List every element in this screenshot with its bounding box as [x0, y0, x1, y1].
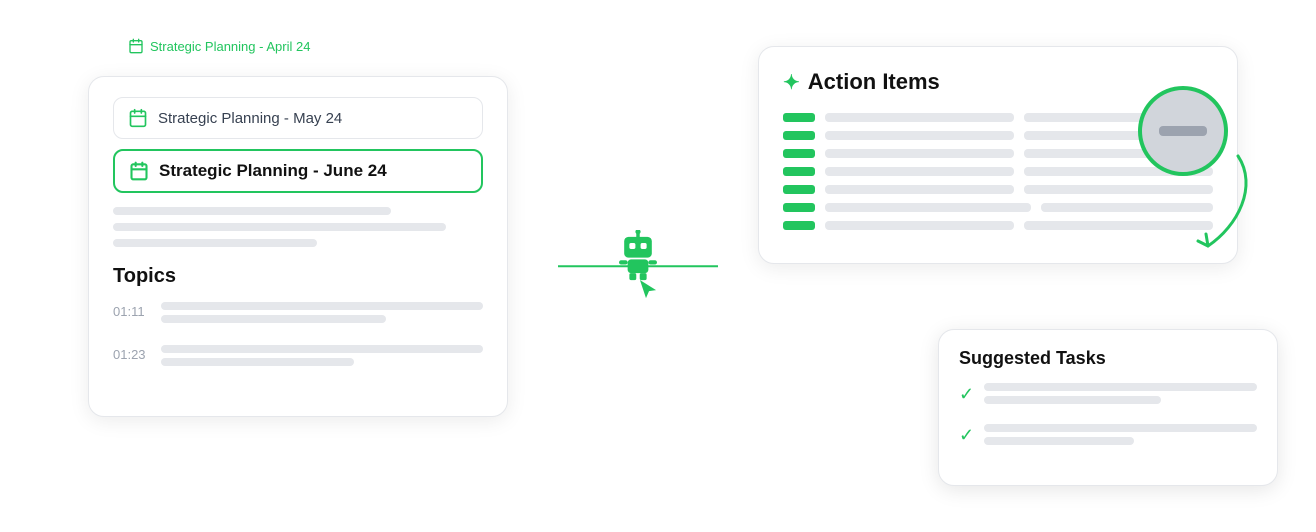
card-skeleton-group: [113, 207, 483, 247]
topic-lines-1: [161, 302, 483, 331]
arrow-svg: [1168, 146, 1268, 266]
action-title-text: Action Items: [808, 69, 940, 95]
action-sk: [825, 131, 1014, 140]
action-sk: [825, 113, 1014, 122]
scene: Strategic Planning - April 24 Strategic …: [58, 26, 1258, 506]
cursor-svg: [634, 278, 662, 302]
check-icon-1: ✓: [959, 384, 974, 405]
action-sk: [825, 203, 1031, 212]
action-bar: [783, 221, 815, 230]
skeleton-line: [984, 424, 1257, 432]
action-bar: [783, 167, 815, 176]
sparkle-icon: ✦: [783, 70, 800, 95]
suggested-title: Suggested Tasks: [959, 348, 1257, 369]
topic-row-1: 01:11: [113, 302, 483, 331]
skeleton-line: [161, 302, 483, 310]
topics-section: Topics 01:11 01:23: [113, 265, 483, 374]
task-lines-1: [984, 383, 1257, 412]
action-sk: [825, 149, 1014, 158]
topic-time-2: 01:23: [113, 347, 149, 362]
card-item-may[interactable]: Strategic Planning - May 24: [113, 97, 483, 139]
card-item-june[interactable]: Strategic Planning - June 24: [113, 149, 483, 193]
action-bar: [783, 113, 815, 122]
ghost-card-label: Strategic Planning - April 24: [128, 38, 310, 54]
topics-title: Topics: [113, 265, 483, 288]
skeleton-line: [161, 358, 354, 366]
main-card: Strategic Planning - May 24 Strategic Pl…: [88, 76, 508, 417]
skeleton-line: [113, 207, 391, 215]
task-lines-2: [984, 424, 1257, 453]
card-item-june-label: Strategic Planning - June 24: [159, 161, 387, 181]
center-connector: [558, 230, 718, 302]
action-bar: [783, 131, 815, 140]
skeleton-line: [113, 223, 446, 231]
topic-time-1: 01:11: [113, 304, 149, 319]
magnify-inner: [1159, 126, 1207, 136]
suggested-card: Suggested Tasks ✓ ✓: [938, 329, 1278, 486]
check-icon-2: ✓: [959, 425, 974, 446]
skeleton-line: [113, 239, 317, 247]
skeleton-line: [984, 437, 1134, 445]
action-row: [783, 221, 1213, 230]
action-row: [783, 203, 1213, 212]
task-row-1: ✓: [959, 383, 1257, 412]
skeleton-line: [161, 345, 483, 353]
action-row: [783, 185, 1213, 194]
card-item-may-label: Strategic Planning - May 24: [158, 110, 342, 127]
action-title-row: ✦ Action Items: [783, 69, 1213, 95]
action-row: [783, 167, 1213, 176]
ghost-label-text: Strategic Planning - April 24: [150, 39, 310, 54]
skeleton-line: [161, 315, 386, 323]
skeleton-line: [984, 396, 1161, 404]
action-bar: [783, 203, 815, 212]
topic-row-2: 01:23: [113, 345, 483, 374]
robot-svg: [608, 230, 668, 282]
left-area: Strategic Planning - April 24 Strategic …: [58, 26, 518, 506]
action-bar: [783, 149, 815, 158]
skeleton-line: [984, 383, 1257, 391]
action-sk: [825, 185, 1014, 194]
action-bar: [783, 185, 815, 194]
action-sk: [825, 221, 1014, 230]
robot-icon: [602, 230, 674, 302]
action-sk: [825, 167, 1014, 176]
topic-lines-2: [161, 345, 483, 374]
task-row-2: ✓: [959, 424, 1257, 453]
right-area: ✦ Action Items: [758, 26, 1258, 506]
